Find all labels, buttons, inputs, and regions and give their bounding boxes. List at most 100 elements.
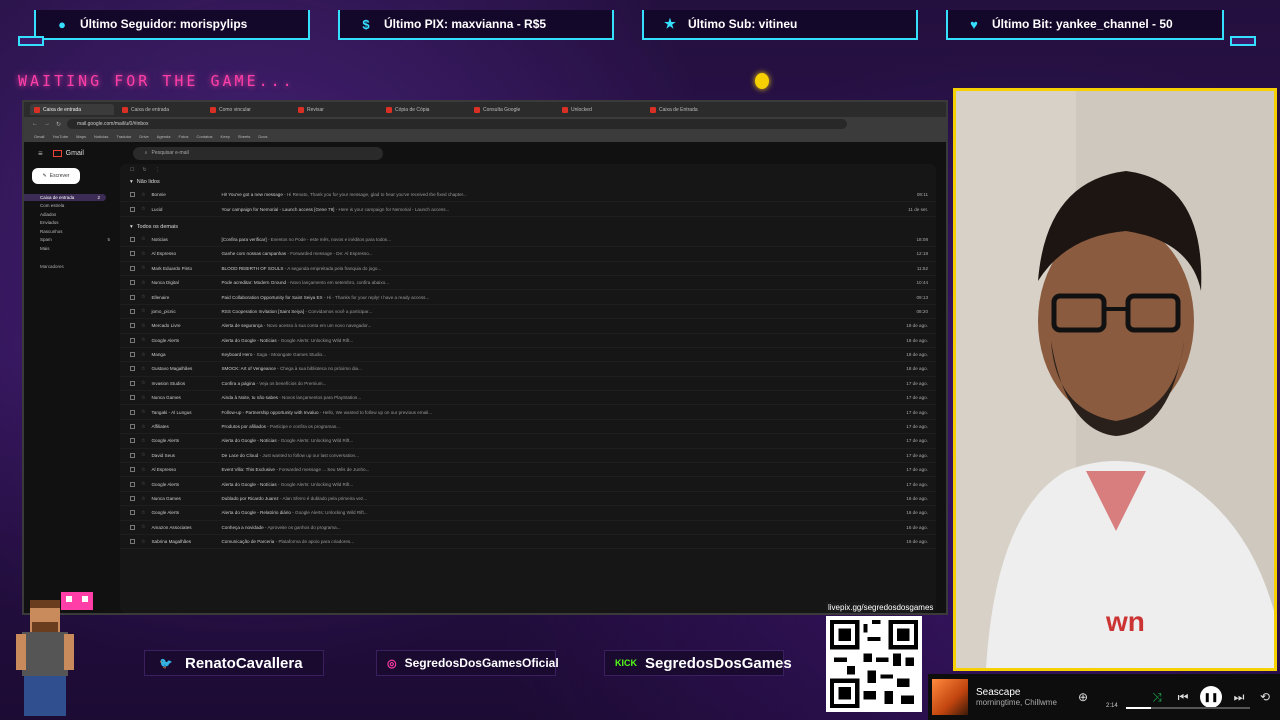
- repeat-icon[interactable]: ⟲: [1256, 690, 1274, 704]
- bookmark-item[interactable]: Tradutor: [116, 134, 131, 139]
- mail-row[interactable]: ☆ Manga Keyboard Hero - Saga - Moongate Ga…: [120, 348, 936, 363]
- row-checkbox[interactable]: [130, 337, 135, 343]
- sidebar-item-spam[interactable]: Spam 5: [24, 236, 116, 243]
- mail-row[interactable]: ☆ Sabrina Magalhães Comunicação de Parceri…: [120, 535, 936, 550]
- previous-icon[interactable]: ⏮: [1174, 690, 1192, 705]
- mail-row[interactable]: ☆ Tangaki - Al Lungus Follow-up - Partners…: [120, 405, 936, 420]
- star-icon[interactable]: ☆: [141, 481, 145, 487]
- mail-row[interactable]: ☆ Bonnie Hi! You've got a new message - Hi…: [120, 188, 936, 203]
- star-icon[interactable]: ☆: [141, 206, 145, 212]
- star-icon[interactable]: ☆: [141, 308, 145, 314]
- refresh-icon[interactable]: ↻: [142, 167, 146, 173]
- mail-row[interactable]: ☆ Invasion Studios Confira a página - Veja…: [120, 377, 936, 392]
- sidebar-item-drafts[interactable]: Rascunhos: [24, 228, 116, 235]
- star-icon[interactable]: ☆: [141, 366, 145, 372]
- bookmark-item[interactable]: Sheets: [238, 134, 250, 139]
- star-icon[interactable]: ☆: [141, 467, 145, 473]
- sidebar-item-starred[interactable]: Com estrela: [24, 202, 116, 209]
- mail-row[interactable]: ☆ David Seus De Lace do Cloud - Just wante…: [120, 449, 936, 464]
- sidebar-item-snoozed[interactable]: Adiados: [24, 211, 116, 218]
- mail-row[interactable]: ☆ jomo_picnic RSS Cooperation Invitation […: [120, 305, 936, 320]
- star-icon[interactable]: ☆: [141, 280, 145, 286]
- bookmark-item[interactable]: Keep: [221, 134, 230, 139]
- browser-tab[interactable]: Unlocked: [558, 104, 642, 115]
- mail-row[interactable]: ☆ Nunca Digital Pode acreditar: Modern Gro…: [120, 276, 936, 291]
- row-checkbox[interactable]: [130, 323, 135, 329]
- row-checkbox[interactable]: [130, 236, 135, 242]
- compose-button[interactable]: ✎ Escrever: [32, 168, 80, 184]
- browser-tab[interactable]: Consulta Google: [470, 104, 554, 115]
- row-checkbox[interactable]: [130, 308, 135, 314]
- next-icon[interactable]: ⏭: [1230, 690, 1248, 705]
- bookmark-item[interactable]: Agenda: [157, 134, 171, 139]
- browser-tab[interactable]: Como vincular: [206, 104, 290, 115]
- bookmark-item[interactable]: Docs: [258, 134, 267, 139]
- mail-row[interactable]: ☆ Ellenaire Paid Collaboration Opportunity…: [120, 290, 936, 305]
- bookmark-item[interactable]: Fotos: [179, 134, 189, 139]
- progress-bar[interactable]: [1126, 707, 1250, 709]
- star-icon[interactable]: ☆: [141, 337, 145, 343]
- row-checkbox[interactable]: [130, 366, 135, 372]
- mail-row[interactable]: ☆ Mark Eduardo Pinto BLOOD REBIRTH OF SOUL…: [120, 262, 936, 276]
- gmail-logo[interactable]: Gmail: [52, 149, 123, 157]
- star-icon[interactable]: ☆: [141, 251, 145, 257]
- mail-row[interactable]: ☆ Mercado Livre Alerta de segurança - Novo…: [120, 319, 936, 334]
- star-icon[interactable]: ☆: [141, 452, 145, 458]
- mail-row[interactable]: ☆ Google Alerts Alerta do Google - Notícia…: [120, 434, 936, 449]
- star-icon[interactable]: ☆: [141, 192, 145, 198]
- star-icon[interactable]: ☆: [141, 524, 145, 530]
- row-checkbox[interactable]: [130, 438, 135, 444]
- url-field[interactable]: mail.google.com/mail/u/0/#inbox: [67, 119, 848, 129]
- row-checkbox[interactable]: [130, 265, 135, 271]
- select-all-checkbox[interactable]: ☐: [130, 167, 134, 173]
- star-icon[interactable]: ☆: [141, 424, 145, 430]
- section-heading-others[interactable]: ▾ Todos os demais: [120, 221, 936, 233]
- row-checkbox[interactable]: [130, 192, 135, 198]
- star-icon[interactable]: ☆: [141, 539, 145, 545]
- bookmark-item[interactable]: Notícias: [94, 134, 108, 139]
- star-icon[interactable]: ☆: [141, 294, 145, 300]
- sidebar-item-sent[interactable]: Enviados: [24, 219, 116, 226]
- section-heading-unread[interactable]: ▾ Não lidos: [120, 176, 936, 188]
- mail-row[interactable]: ☆ Google Alerts Alerta do Google - Notícia…: [120, 334, 936, 348]
- mail-row[interactable]: ☆ Al Espresso Ganhe com nossas campanhas -…: [120, 247, 936, 262]
- mail-row[interactable]: ☆ Amazon Associates Conheça a novidade - A…: [120, 521, 936, 535]
- row-checkbox[interactable]: [130, 452, 135, 458]
- back-icon[interactable]: ←: [32, 121, 38, 127]
- bookmark-item[interactable]: Contatos: [197, 134, 213, 139]
- sidebar-item-more[interactable]: Mais: [24, 245, 116, 252]
- more-options-icon[interactable]: ⋮: [155, 167, 160, 173]
- mail-row[interactable]: ☆ Affiliates Produtos por afiliados - Part…: [120, 420, 936, 435]
- star-icon[interactable]: ☆: [141, 510, 145, 516]
- star-icon[interactable]: ☆: [141, 352, 145, 358]
- browser-tab[interactable]: Cópia de Cópia: [382, 104, 466, 115]
- row-checkbox[interactable]: [130, 395, 135, 401]
- star-icon[interactable]: ☆: [141, 265, 145, 271]
- row-checkbox[interactable]: [130, 409, 135, 415]
- shuffle-icon[interactable]: ⤨: [1148, 690, 1166, 705]
- browser-tab[interactable]: Revisar: [294, 104, 378, 115]
- star-icon[interactable]: ☆: [141, 380, 145, 386]
- row-checkbox[interactable]: [130, 524, 135, 530]
- star-icon[interactable]: ☆: [141, 395, 145, 401]
- add-icon[interactable]: ⊕: [1074, 690, 1092, 704]
- mail-row[interactable]: ☆ Nunca Games Dublado por Ricardo Juarez -…: [120, 492, 936, 507]
- menu-icon[interactable]: ≡: [38, 149, 43, 158]
- row-checkbox[interactable]: [130, 510, 135, 516]
- row-checkbox[interactable]: [130, 496, 135, 501]
- star-icon[interactable]: ☆: [141, 438, 145, 444]
- star-icon[interactable]: ☆: [141, 496, 145, 502]
- row-checkbox[interactable]: [130, 539, 135, 545]
- row-checkbox[interactable]: [130, 206, 135, 212]
- pause-button[interactable]: ❚❚: [1200, 686, 1222, 708]
- mail-row[interactable]: ☆ Al Espresso Event Villa: This Exclusive …: [120, 463, 936, 478]
- sidebar-item-inbox[interactable]: Caixa de entrada 2: [24, 193, 106, 201]
- mail-row[interactable]: ☆ Nunca Games Ainda à Noite, tu não sabes …: [120, 391, 936, 406]
- browser-tab[interactable]: Caixa de entrada: [30, 104, 114, 115]
- row-checkbox[interactable]: [130, 251, 135, 257]
- mail-row[interactable]: ☆ Lucid Your campaign for Nemorial - Launc…: [120, 202, 936, 217]
- row-checkbox[interactable]: [130, 380, 135, 386]
- row-checkbox[interactable]: [130, 481, 135, 487]
- row-checkbox[interactable]: [130, 352, 135, 358]
- row-checkbox[interactable]: [130, 280, 135, 286]
